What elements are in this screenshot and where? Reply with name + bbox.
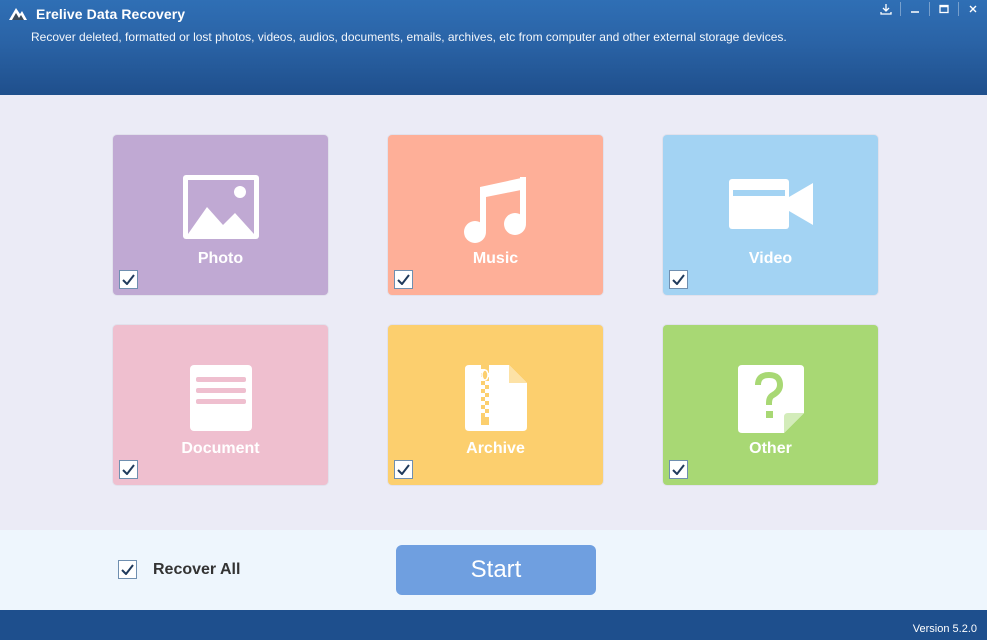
category-card-archive[interactable]: Archive xyxy=(388,325,603,485)
category-label: Music xyxy=(472,250,519,267)
category-label: Archive xyxy=(466,440,525,457)
category-label: Other xyxy=(749,440,792,457)
checkbox-photo[interactable] xyxy=(119,270,138,289)
status-bar: Version 5.2.0 xyxy=(0,610,987,640)
close-icon[interactable] xyxy=(959,0,987,18)
checkbox-video[interactable] xyxy=(669,270,688,289)
checkbox-archive[interactable] xyxy=(394,460,413,479)
title-bar: Erelive Data Recovery Recover deleted, f… xyxy=(0,0,987,95)
version-label: Version 5.2.0 xyxy=(912,623,977,635)
category-grid: Photo Music Video Document Archive Other xyxy=(0,95,987,530)
archive-icon xyxy=(464,365,527,431)
category-card-document[interactable]: Document xyxy=(113,325,328,485)
video-icon xyxy=(728,179,813,229)
category-label: Video xyxy=(748,250,793,267)
app-subtitle: Recover deleted, formatted or lost photo… xyxy=(31,30,787,44)
other-icon xyxy=(737,365,804,433)
photo-icon xyxy=(182,175,259,239)
category-card-music[interactable]: Music xyxy=(388,135,603,295)
minimize-icon[interactable] xyxy=(901,0,929,18)
recover-all-label: Recover All xyxy=(153,560,241,578)
start-button[interactable]: Start xyxy=(396,545,596,595)
checkbox-recover-all[interactable] xyxy=(118,560,137,579)
category-card-video[interactable]: Video xyxy=(663,135,878,295)
download-icon[interactable] xyxy=(872,0,900,18)
checkbox-document[interactable] xyxy=(119,460,138,479)
recover-all-toggle[interactable]: Recover All xyxy=(118,560,240,579)
document-icon xyxy=(189,365,252,431)
app-logo-icon xyxy=(9,8,27,20)
music-icon xyxy=(463,177,526,243)
maximize-icon[interactable] xyxy=(930,0,958,18)
category-label: Document xyxy=(181,440,260,457)
category-card-other[interactable]: Other xyxy=(663,325,878,485)
category-label: Photo xyxy=(197,250,244,267)
action-bar: Recover All Start xyxy=(0,530,987,610)
category-card-photo[interactable]: Photo xyxy=(113,135,328,295)
window-controls xyxy=(872,0,987,18)
app-title: Erelive Data Recovery xyxy=(36,6,186,22)
checkbox-other[interactable] xyxy=(669,460,688,479)
checkbox-music[interactable] xyxy=(394,270,413,289)
